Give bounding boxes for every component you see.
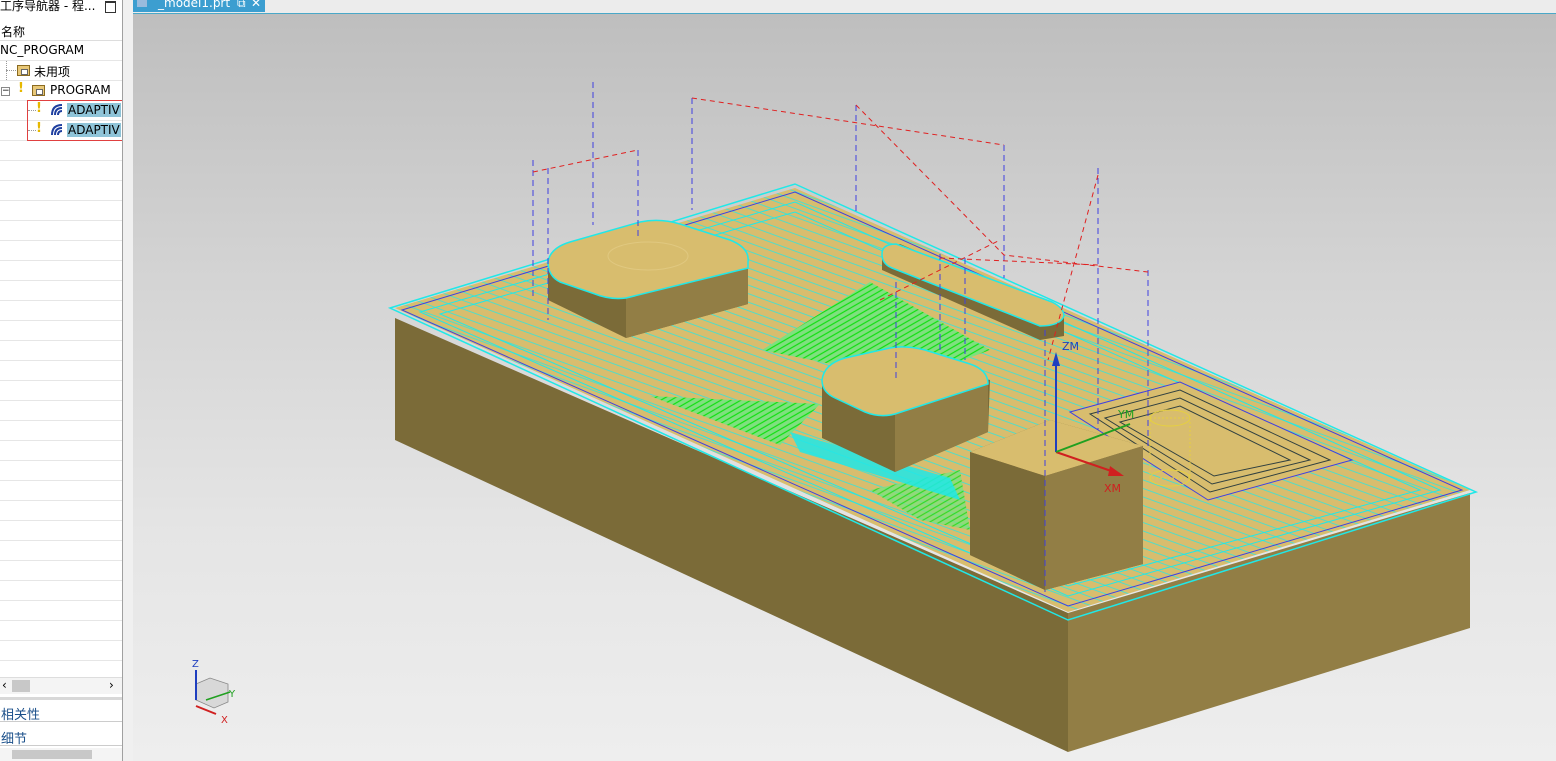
tree-empty-row xyxy=(0,361,122,381)
tree-empty-row xyxy=(0,241,122,261)
selection-highlight-box xyxy=(27,100,124,141)
navigator-title: 工序导航器 - 程... xyxy=(0,0,96,13)
triad-x-label: X xyxy=(221,715,228,726)
tree-empty-row xyxy=(0,421,122,441)
navigator-horizontal-scrollbar[interactable]: ‹ › xyxy=(0,677,122,694)
panel-divider[interactable] xyxy=(0,697,122,700)
wcs-zm-label: ZM xyxy=(1062,340,1079,353)
tree-item-label: PROGRAM xyxy=(50,83,111,97)
model-scene[interactable]: ZM YM XM Z Y X xyxy=(133,0,1556,761)
graphics-viewport[interactable]: _model1.prt ⧉ ✕ ZM YM XM Z Y X xyxy=(133,0,1556,761)
tree-empty-row xyxy=(0,401,122,421)
maximize-icon[interactable] xyxy=(105,1,116,13)
scrollbar-thumb[interactable] xyxy=(12,680,30,692)
wcs-xm-label: XM xyxy=(1104,482,1121,495)
tree-empty-row xyxy=(0,261,122,281)
operation-navigator: 工序导航器 - 程... 名称 NC_PROGRAM 未用项 − ! PROGR… xyxy=(0,0,124,761)
view-triad[interactable] xyxy=(195,670,231,715)
tree-item-program[interactable]: − ! PROGRAM xyxy=(0,81,122,101)
tree-empty-row xyxy=(0,601,122,621)
details-horizontal-scrollbar[interactable] xyxy=(0,748,122,761)
splitter[interactable] xyxy=(123,0,133,761)
tree-empty-row xyxy=(0,321,122,341)
tree-empty-row xyxy=(0,481,122,501)
wcs-ym-label: YM xyxy=(1117,408,1134,421)
column-header-name[interactable]: 名称 xyxy=(0,21,122,41)
tree-empty-row xyxy=(0,641,122,661)
tree-empty-row xyxy=(0,301,122,321)
scrollbar-thumb[interactable] xyxy=(12,750,92,759)
tree-empty-row xyxy=(0,521,122,541)
triad-z-label: Z xyxy=(192,659,199,670)
scroll-right-icon[interactable]: › xyxy=(109,678,114,692)
tree-empty-row xyxy=(0,201,122,221)
triad-y-label: Y xyxy=(228,689,236,700)
tree-empty-row xyxy=(0,441,122,461)
tree-empty-row xyxy=(0,381,122,401)
folder-icon xyxy=(17,65,30,76)
tree-empty-row xyxy=(0,161,122,181)
tree-empty-row xyxy=(0,561,122,581)
collapse-icon[interactable]: − xyxy=(1,87,10,96)
tree-empty-row xyxy=(0,341,122,361)
folder-icon xyxy=(32,85,45,96)
navigator-title-bar: 工序导航器 - 程... xyxy=(0,0,124,16)
tree-empty-row xyxy=(0,461,122,481)
tree-item-nc-program[interactable]: NC_PROGRAM xyxy=(0,41,122,61)
status-bulb-icon: ! xyxy=(18,81,24,96)
tree-item-label: 未用项 xyxy=(34,65,71,79)
tree-item-unused[interactable]: 未用项 xyxy=(0,61,122,81)
tree-item-label: NC_PROGRAM xyxy=(0,43,85,57)
column-header-label: 名称 xyxy=(1,25,26,39)
tree-empty-row xyxy=(0,501,122,521)
tree-empty-row xyxy=(0,541,122,561)
tree-empty-row xyxy=(0,281,122,301)
dependencies-panel-header[interactable]: 相关性 xyxy=(1,704,40,723)
tree-empty-row xyxy=(0,221,122,241)
tree-line xyxy=(6,70,16,72)
tree-empty-row xyxy=(0,181,122,201)
tree-empty-row xyxy=(0,581,122,601)
divider xyxy=(0,745,124,746)
tree-empty-row xyxy=(0,141,122,161)
scroll-left-icon[interactable]: ‹ xyxy=(2,678,7,692)
tree-empty-row xyxy=(0,621,122,641)
